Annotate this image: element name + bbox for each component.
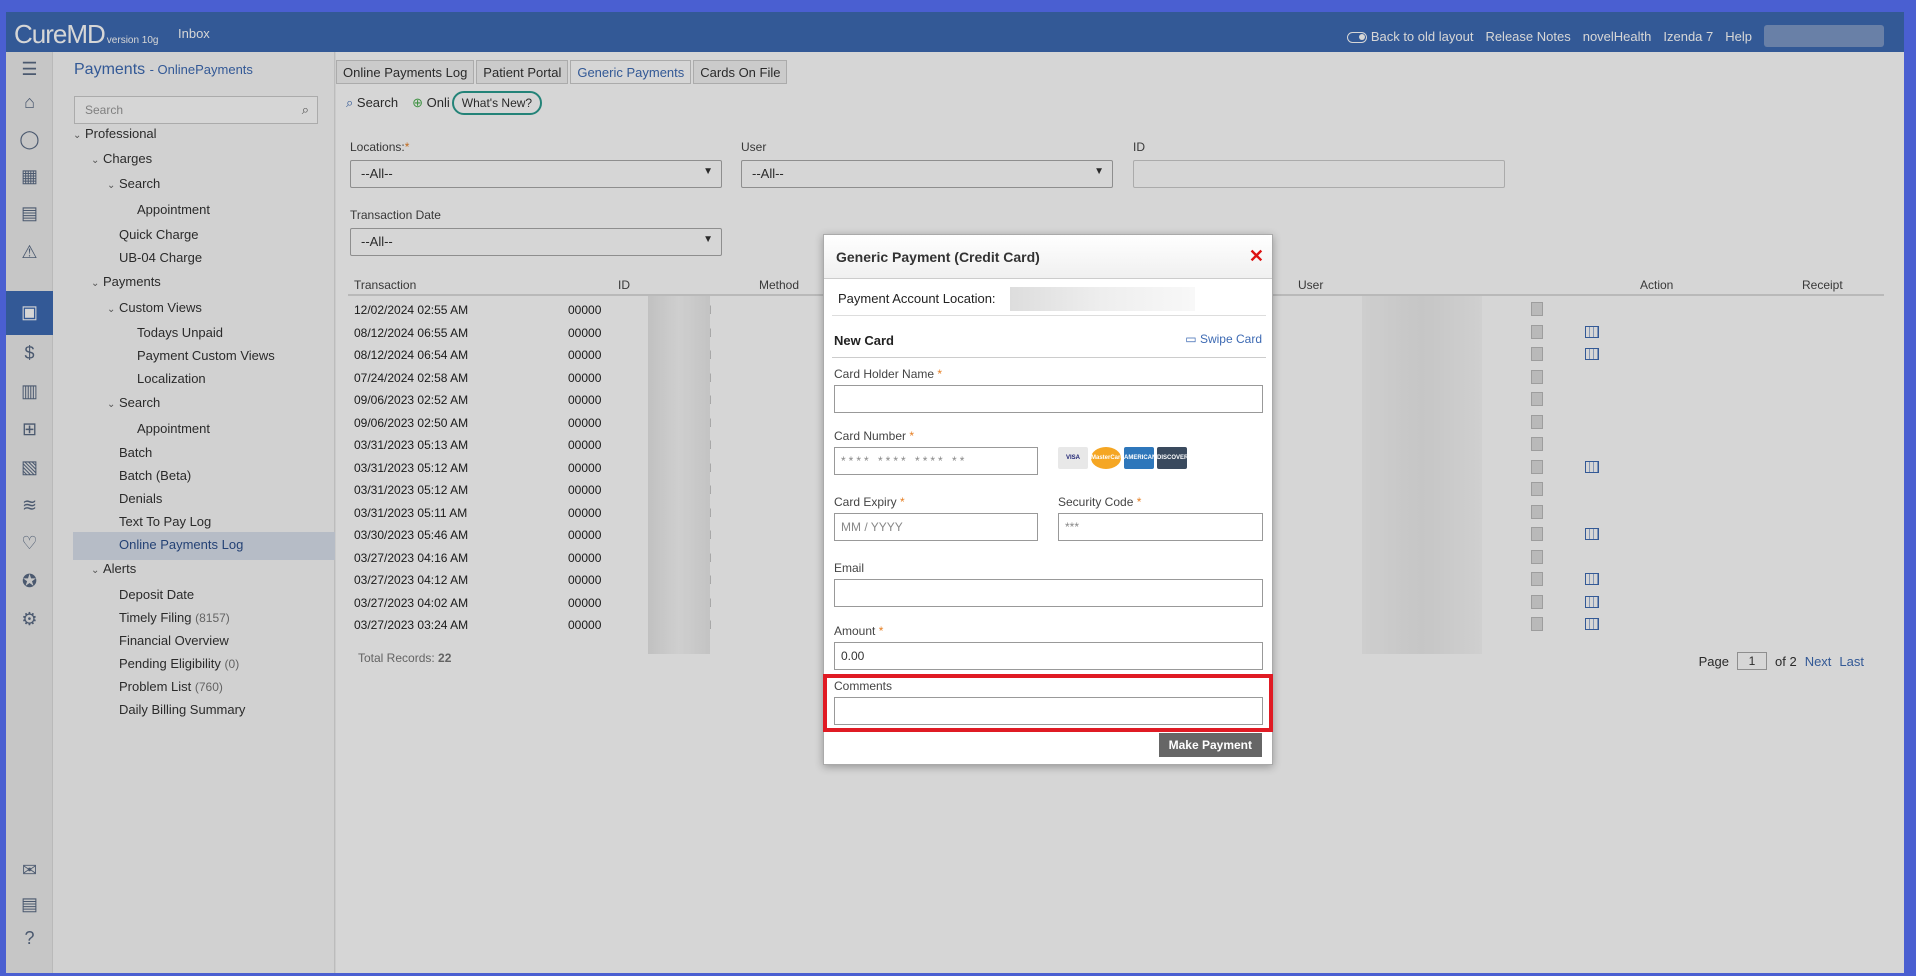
modal-title: Generic Payment (Credit Card) <box>836 249 1040 265</box>
close-icon[interactable]: ✕ <box>1249 246 1264 267</box>
card-expiry-input[interactable]: MM / YYYY <box>834 513 1038 541</box>
card-brands: VISA MasterCard AMERICAN EXPRESS DISCOVE… <box>1058 447 1188 483</box>
discover-icon: DISCOVER <box>1157 447 1188 469</box>
email-input[interactable] <box>834 579 1263 607</box>
security-code-input[interactable]: *** <box>1058 513 1263 541</box>
divider <box>832 357 1266 358</box>
location-label: Payment Account Location: <box>838 291 996 306</box>
make-payment-button[interactable]: Make Payment <box>1158 733 1262 757</box>
card-reader-icon: ▭ <box>1185 332 1197 346</box>
location-value-redacted <box>1010 287 1195 311</box>
mastercard-icon: MasterCard <box>1091 447 1124 469</box>
new-card-heading: New Card <box>834 333 894 348</box>
card-holder-input[interactable] <box>834 385 1263 413</box>
holder-label: Card Holder Name * <box>834 367 943 381</box>
expiry-label: Card Expiry * <box>834 495 905 509</box>
comments-highlight <box>823 674 1273 732</box>
visa-icon: VISA <box>1058 447 1088 469</box>
amount-input[interactable]: 0.00 <box>834 642 1263 670</box>
amex-icon: AMERICAN EXPRESS <box>1124 447 1156 483</box>
security-code-label: Security Code * <box>1058 495 1142 509</box>
modal-header: Generic Payment (Credit Card) ✕ <box>824 235 1272 279</box>
card-number-label: Card Number * <box>834 429 915 443</box>
card-number-input[interactable]: **** **** **** ** <box>834 447 1038 475</box>
email-label: Email <box>834 561 865 575</box>
swipe-card-button[interactable]: ▭ Swipe Card <box>1185 332 1262 346</box>
divider <box>832 315 1266 316</box>
amount-label: Amount * <box>834 624 884 638</box>
